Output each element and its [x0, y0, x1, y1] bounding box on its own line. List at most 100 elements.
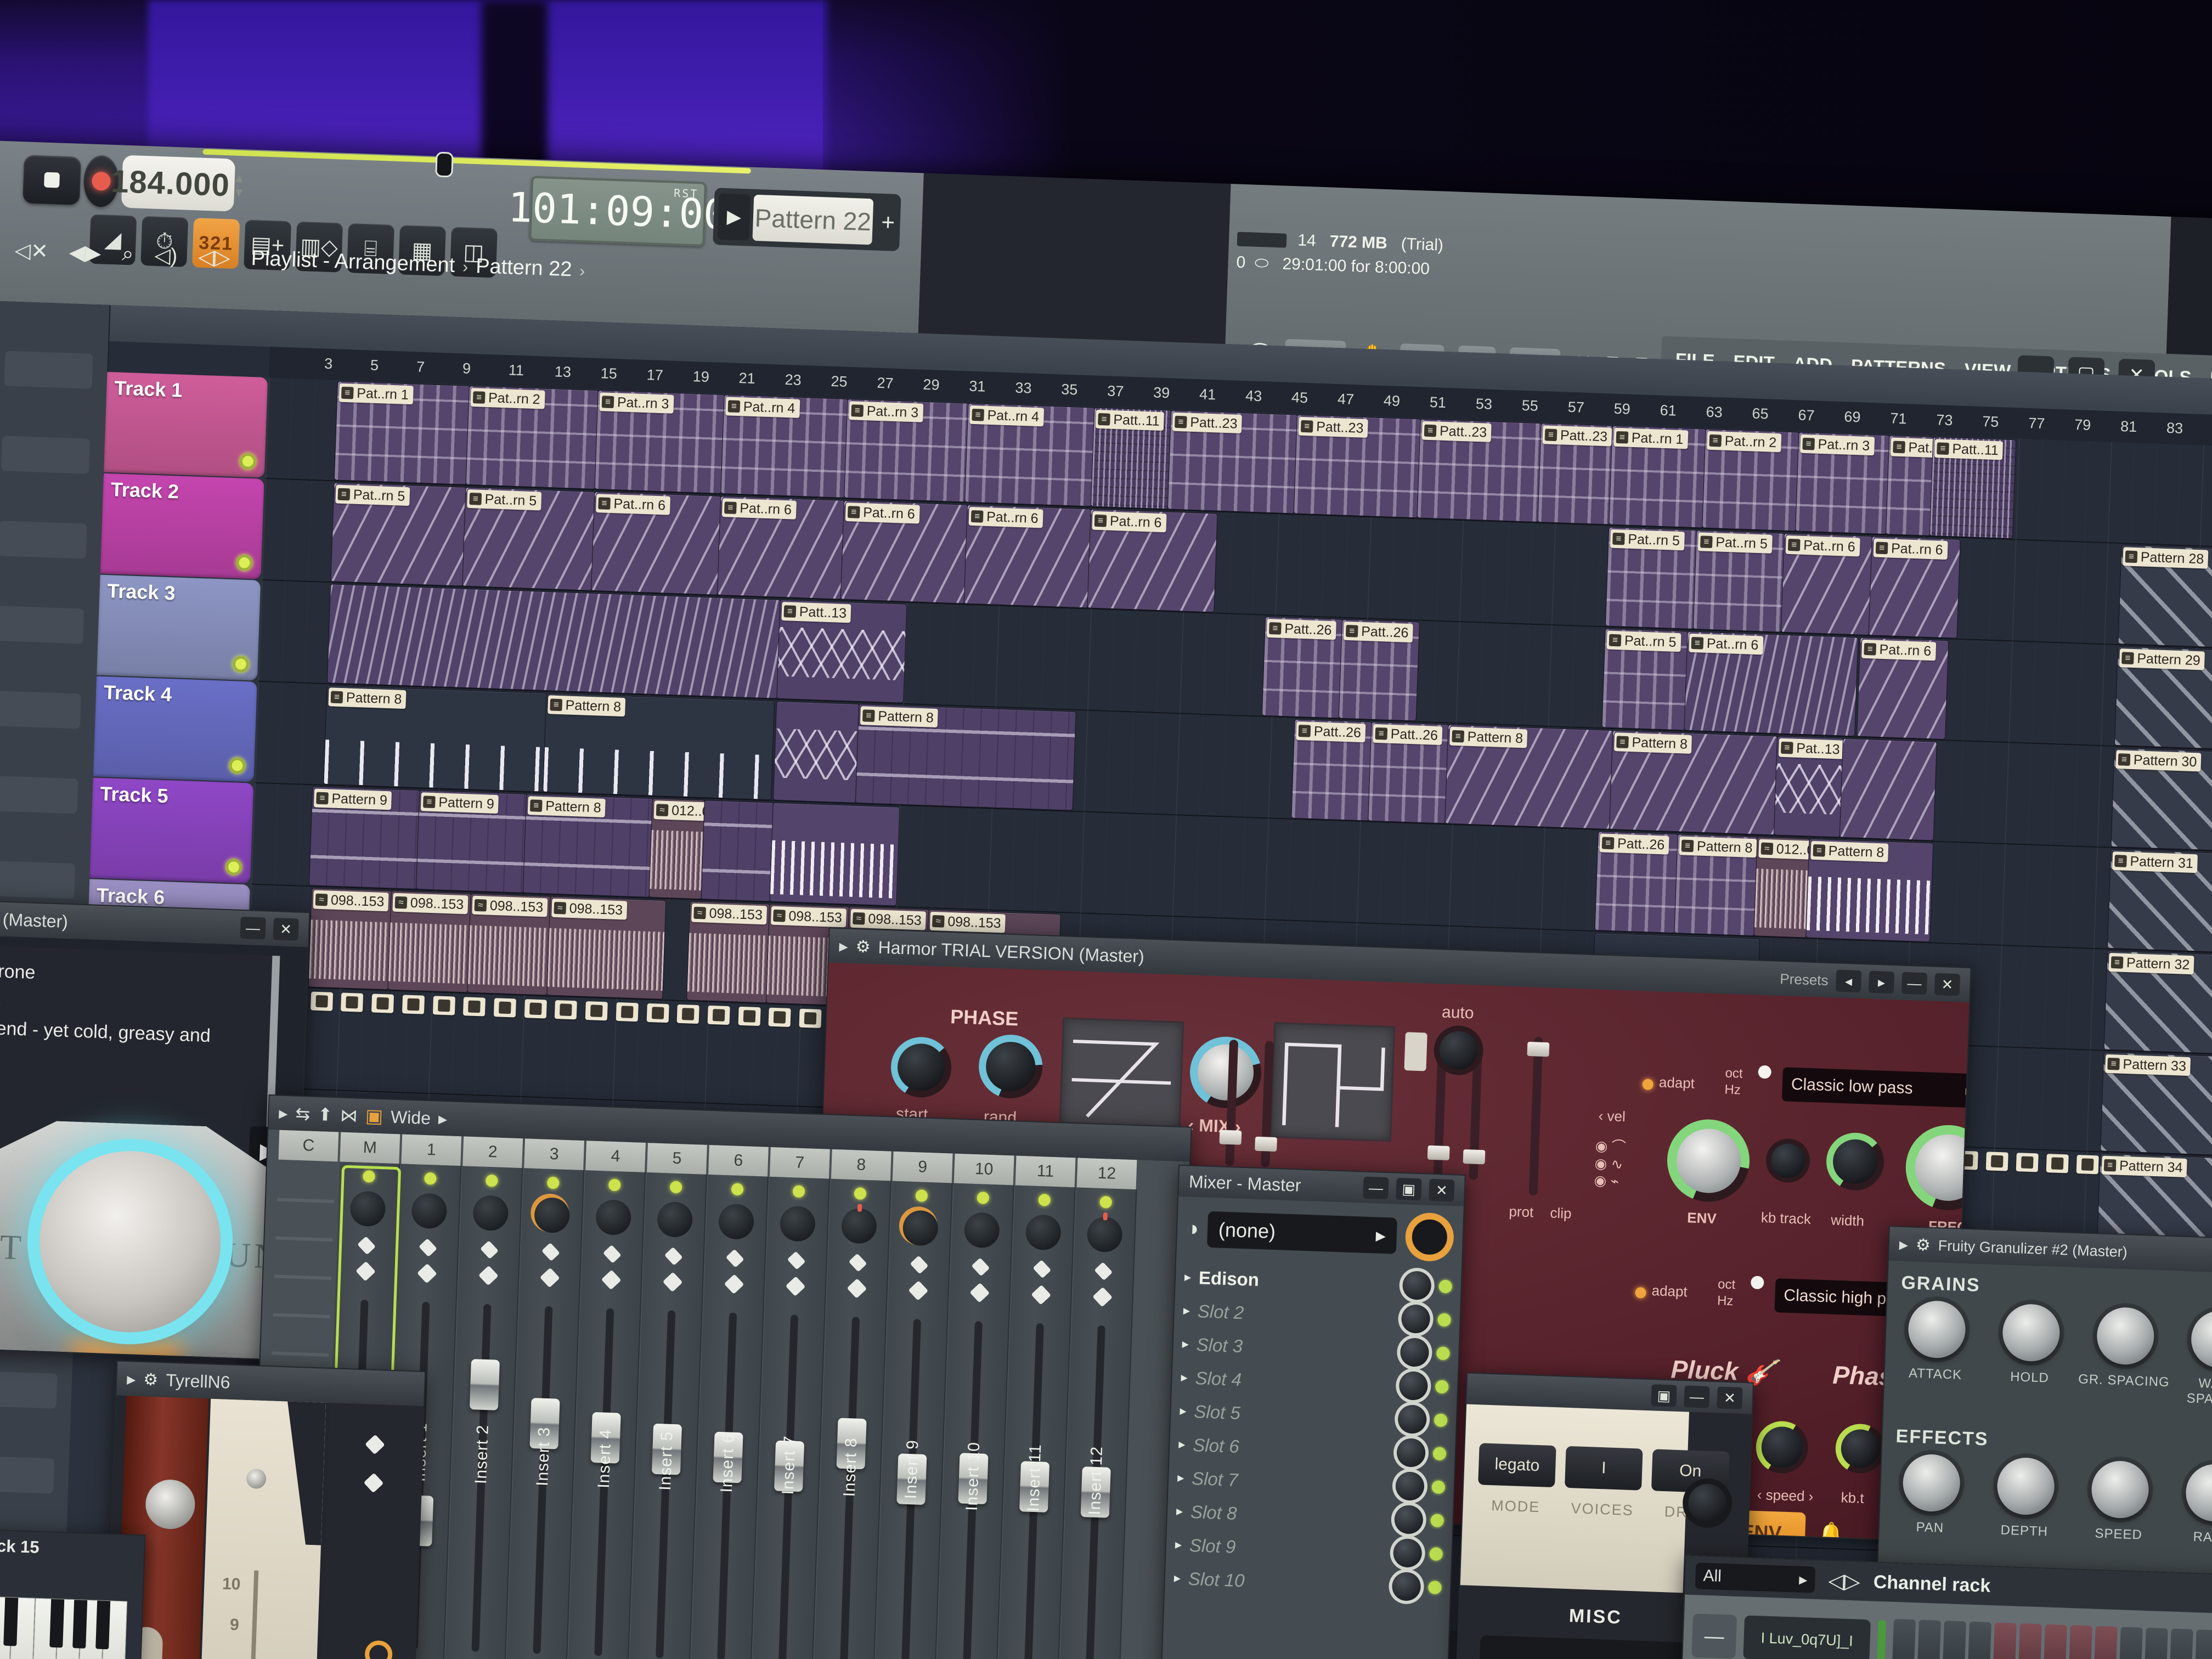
playlist-clip[interactable]: ≡Pat..rn 5: [1601, 628, 1688, 730]
channel-name-button[interactable]: I Luv_0q7U]_I: [1743, 1615, 1871, 1659]
fx-slot-led[interactable]: [1436, 1346, 1450, 1360]
step-cell-9[interactable]: [2094, 1626, 2118, 1659]
fx-slot-led[interactable]: [1432, 1480, 1446, 1494]
harmor-prev-preset[interactable]: ◂: [1836, 969, 1861, 992]
track-mute-led[interactable]: [239, 453, 256, 470]
playlist-clip-selected[interactable]: ≡Pattern 32: [2103, 951, 2212, 1057]
mixer-column-header-3[interactable]: 3: [524, 1138, 584, 1170]
fx-slot-knob[interactable]: [1395, 1471, 1425, 1501]
playlist-clip[interactable]: ≡Pat..rn 6: [1869, 536, 1961, 639]
playlist-clip[interactable]: ≡Pattern 8: [1609, 730, 1778, 835]
strip-pan-knob[interactable]: [841, 1208, 877, 1244]
channel-filter-select[interactable]: All▸: [1695, 1562, 1816, 1593]
playlist-clip[interactable]: ≈012..059: [649, 798, 706, 899]
step-cell-10[interactable]: [2119, 1627, 2143, 1659]
strip-stereo-button[interactable]: [908, 1280, 928, 1301]
step-cell-8[interactable]: [2069, 1625, 2092, 1659]
playlist-clip[interactable]: ≡Patt..23: [1417, 419, 1542, 522]
granulizer-knob-attack[interactable]: [1908, 1300, 1967, 1359]
pattern-chip[interactable]: [677, 1005, 699, 1024]
playlist-clip[interactable]: ≡Patt..26: [1368, 722, 1449, 824]
strip-stereo-button[interactable]: [601, 1270, 622, 1290]
zoom-icon[interactable]: ⌕: [122, 242, 134, 267]
playlist-clip[interactable]: ≈098..153: [467, 894, 551, 996]
playlist-clip[interactable]: ≡Patt..23: [1167, 410, 1298, 514]
step-cell-5[interactable]: [1993, 1622, 2017, 1659]
fx-slot-led[interactable]: [1438, 1279, 1452, 1293]
playlist-clip[interactable]: ≈098..153: [387, 890, 471, 992]
playlist-clip[interactable]: ≡Pat..rn 6: [1684, 631, 1858, 737]
playlist-clip[interactable]: ≡Patt..11: [1091, 408, 1172, 510]
strip-stereo-button[interactable]: [663, 1272, 683, 1292]
playlist-clip[interactable]: ≡Pat..rn 6: [964, 505, 1092, 608]
browser-slot[interactable]: [0, 1455, 54, 1494]
fx-mix-knob[interactable]: [1404, 1212, 1454, 1262]
env-shape-icons[interactable]: ◉ ⌒◉ ∿◉ ⌁: [1594, 1135, 1626, 1190]
strip-pan-knob[interactable]: [902, 1210, 939, 1246]
filter1-adapt-led[interactable]: [1642, 1079, 1654, 1090]
strip-stereo-button[interactable]: [724, 1274, 744, 1294]
step-cell-13[interactable]: [2195, 1629, 2212, 1659]
pattern-chip[interactable]: [616, 1002, 639, 1022]
mixer-column-header-4[interactable]: 4: [585, 1141, 646, 1172]
track-mute-led[interactable]: [232, 656, 249, 673]
tyrell-collapse-icon[interactable]: ▸: [127, 1368, 136, 1390]
playlist-clip[interactable]: ≡Patt..23: [1537, 423, 1613, 524]
prot-slider[interactable]: [1529, 1036, 1543, 1195]
playlist-clip[interactable]: ≡Pat..rn 1: [1609, 426, 1706, 528]
playlist-clip[interactable]: [327, 584, 781, 699]
browser-slot[interactable]: [0, 606, 84, 644]
strip-pan-knob[interactable]: [472, 1195, 509, 1231]
piano-white-key[interactable]: [32, 1598, 58, 1659]
mixer-column-header-11[interactable]: 11: [1015, 1156, 1076, 1188]
fx-slot-knob[interactable]: [1400, 1338, 1430, 1367]
playlist-clip[interactable]: ≈098..153: [308, 888, 392, 990]
fx-minimize-button[interactable]: —: [1363, 1177, 1389, 1200]
playlist-clip[interactable]: ≡Patt..11: [1929, 437, 2016, 539]
playlist-clip[interactable]: ≡Pat..rn 6: [1781, 533, 1873, 636]
playlist-clip[interactable]: ≡Pat..rn 6: [591, 492, 721, 595]
step-cell-12[interactable]: [2170, 1629, 2193, 1659]
playlist-clip[interactable]: [773, 701, 860, 803]
filter1-freq-knob[interactable]: [1904, 1124, 1969, 1211]
step-cell-11[interactable]: [2145, 1628, 2168, 1659]
strip-pan-knob[interactable]: [534, 1197, 570, 1233]
harmor-next-preset[interactable]: ▸: [1869, 971, 1894, 994]
mixer-swap-icon[interactable]: ⇆: [295, 1103, 311, 1125]
strip-pan-knob[interactable]: [964, 1212, 1000, 1248]
strip-sep-button[interactable]: [972, 1257, 990, 1276]
strip-stereo-button[interactable]: [786, 1276, 806, 1296]
granulizer-knob-depth[interactable]: [1996, 1457, 2056, 1516]
playlist-clip[interactable]: [769, 803, 900, 906]
strip-sep-button[interactable]: [726, 1249, 744, 1268]
granulizer-knob-wave-spacing[interactable]: [2190, 1310, 2212, 1369]
phase-wave-display-1[interactable]: [1059, 1017, 1184, 1135]
pattern-chip[interactable]: [1985, 1152, 2008, 1171]
playlist-clip[interactable]: ≡Pattern 8: [855, 704, 1076, 811]
lfo-speed-knob[interactable]: [1755, 1420, 1809, 1474]
fx-slot-led[interactable]: [1433, 1447, 1447, 1460]
playlist-clip-selected[interactable]: ≡Pattern 28: [2118, 545, 2212, 651]
tyrell-diamond-button[interactable]: [365, 1435, 385, 1455]
strip-sep-button[interactable]: [910, 1255, 929, 1274]
step-cell-6[interactable]: [2018, 1623, 2042, 1659]
playlist-clip[interactable]: ≡Pattern 8: [1444, 725, 1613, 830]
time-mode-label[interactable]: RST: [674, 187, 699, 201]
fx-slot-knob[interactable]: [1392, 1571, 1421, 1601]
phase-wave-display-2[interactable]: [1270, 1022, 1395, 1142]
playlist-clip[interactable]: ≡Pattern 8: [523, 794, 653, 898]
voices-minimize-button[interactable]: —: [1684, 1385, 1709, 1408]
mixer-column-header-10[interactable]: 10: [954, 1154, 1014, 1186]
pattern-chip[interactable]: [463, 997, 486, 1016]
track-header-2[interactable]: Track 2: [100, 473, 264, 579]
pattern-chip[interactable]: [494, 998, 516, 1017]
phase-mini-button[interactable]: [1404, 1032, 1427, 1071]
gear-icon[interactable]: ⚙: [855, 937, 871, 957]
strip-pan-knob[interactable]: [780, 1206, 816, 1242]
playlist-clip[interactable]: ≡Pat..rn 3: [594, 390, 725, 494]
track-header-3[interactable]: Track 3: [97, 575, 261, 681]
browser-slot[interactable]: [1, 436, 90, 474]
pattern-chip[interactable]: [585, 1001, 608, 1020]
playlist-clip-selected[interactable]: ≡Pattern 33: [2100, 1052, 2212, 1158]
pattern-chip[interactable]: [708, 1006, 730, 1025]
